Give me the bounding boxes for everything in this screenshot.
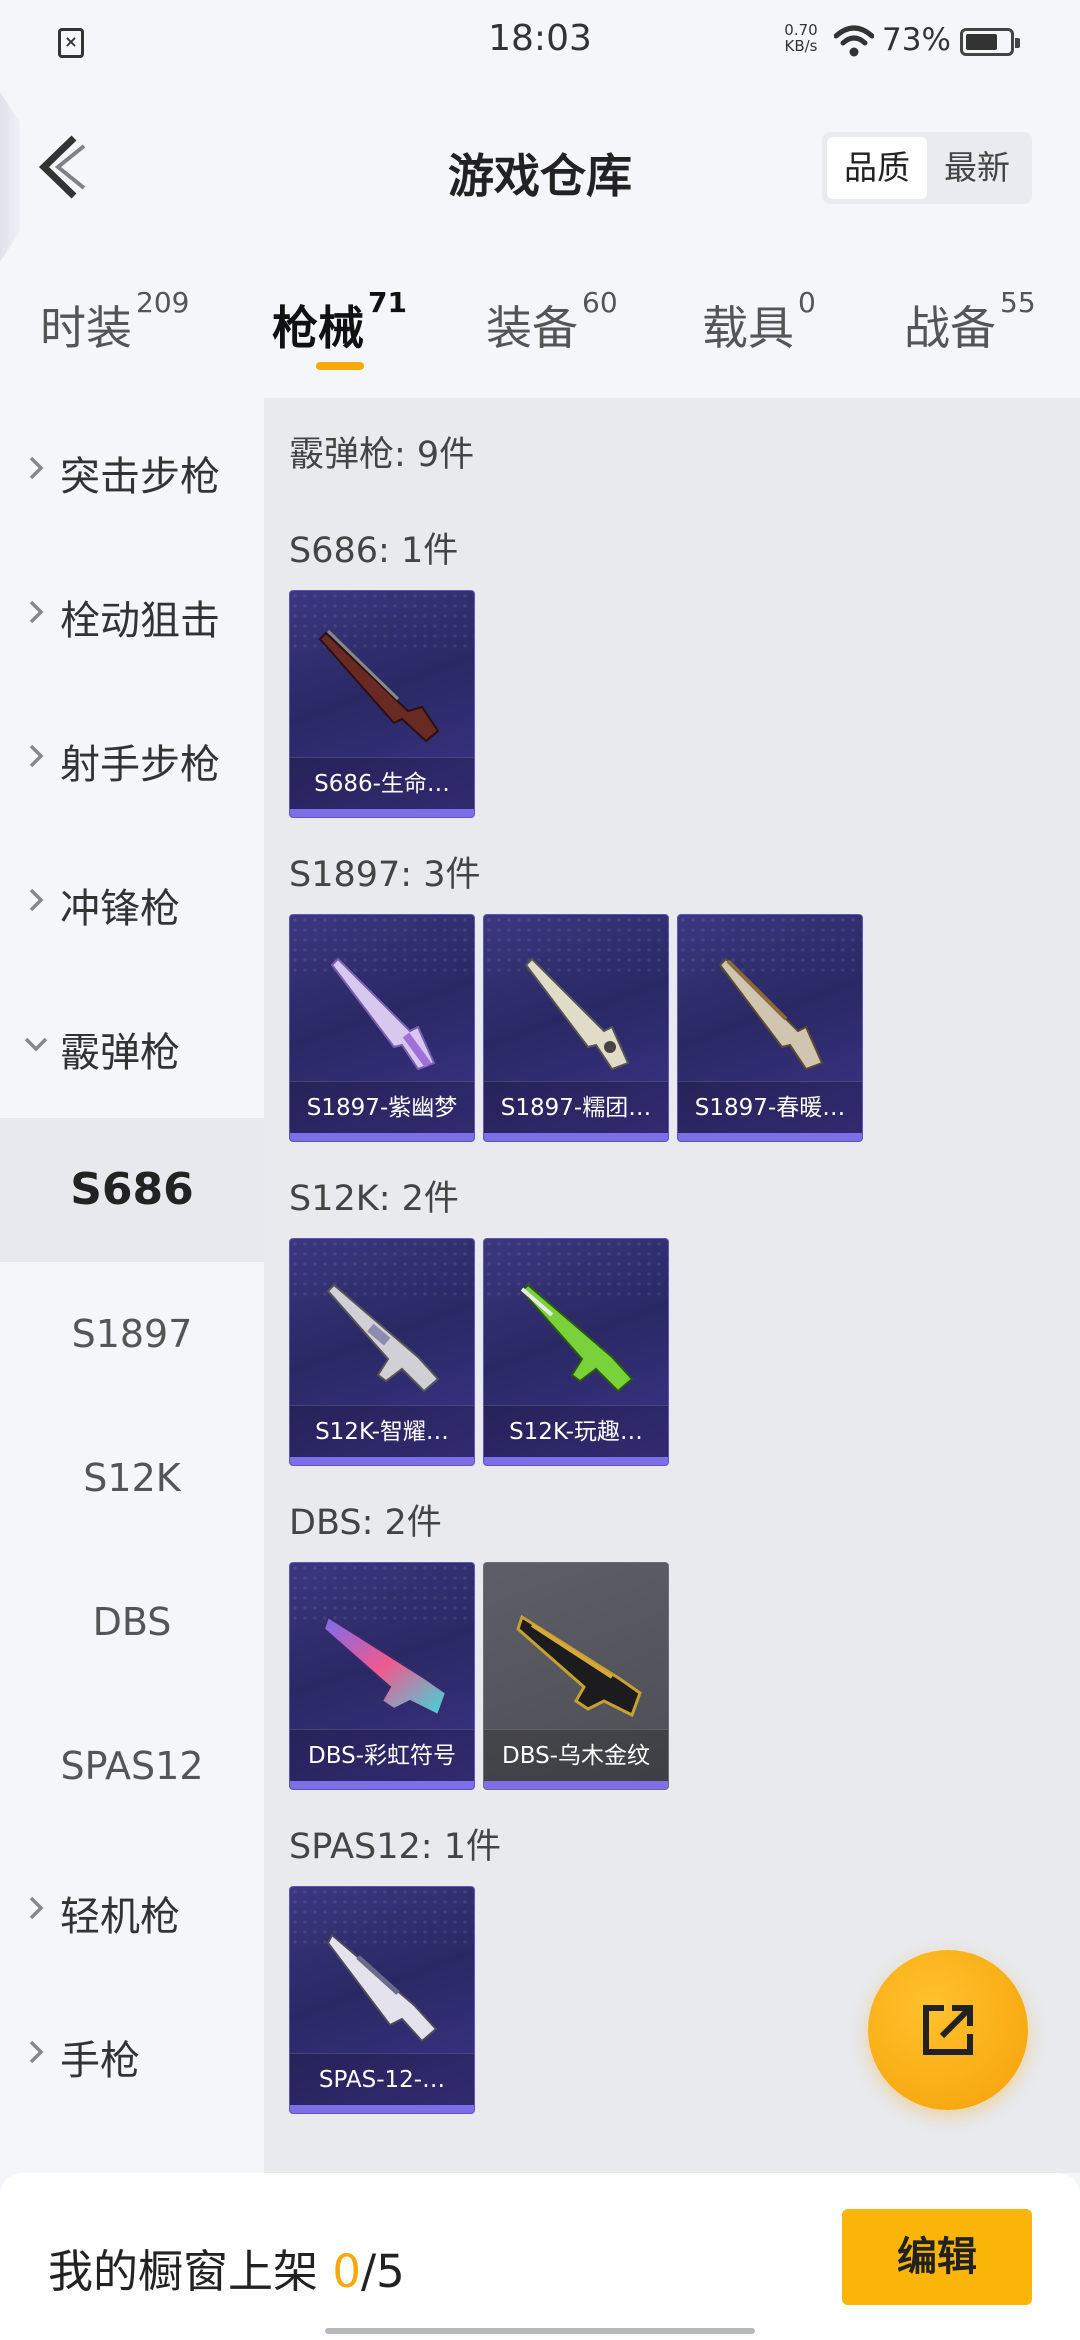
skin-name: S1897-春暖… [678,1081,862,1133]
sidebar-subitem-dbs[interactable]: DBS [0,1550,264,1694]
group-title: S12K: 2件 [289,1179,459,1219]
chevron-right-icon [29,2040,44,2064]
shotgun-skin-image [318,629,440,743]
shotgun-skin-image [326,1933,438,2043]
active-tab-indicator [316,362,364,370]
shotgun-skin-image [516,1614,642,1718]
sidebar-item-label: 霰弹枪 [60,1030,180,1076]
tab-count: 0 [798,286,816,319]
sidebar-item-label: 轻机枪 [60,1894,180,1940]
tab-count: 60 [582,286,618,319]
tab-vehicles[interactable]: 载具 0 [702,286,816,358]
battery-percent: 73% [882,22,951,58]
showcase-total: /5 [360,2245,405,2298]
sort-option-latest[interactable]: 最新 [927,137,1027,199]
sidebar-item-pistol[interactable]: 手枪 [0,1982,264,2126]
sort-option-quality[interactable]: 品质 [827,137,927,199]
tab-firearms[interactable]: 枪械 71 [272,286,407,358]
sidebar-item-label: 射手步枪 [60,742,220,788]
tab-label: 战备 [904,301,996,355]
skin-card[interactable]: S12K-玩趣… [483,1238,669,1466]
skin-card[interactable]: DBS-乌木金纹 [483,1562,669,1790]
tab-equipment[interactable]: 装备 60 [486,286,618,358]
tab-count: 71 [368,286,407,319]
network-speed: 0.70 KB/s [776,22,826,54]
status-bar: × 18:03 0.70 KB/s 73% [0,0,1080,82]
edit-button[interactable]: 编辑 [842,2209,1032,2305]
tab-count: 55 [1000,286,1036,319]
sidebar-subitem-spas12[interactable]: SPAS12 [0,1694,264,1838]
shotgun-skin-image [520,1283,634,1393]
sidebar: 突击步枪 栓动狙击 射手步枪 冲锋枪 霰弹枪 S686 S1897 S12K D… [0,398,264,2173]
chevron-down-icon [24,1037,48,1052]
sidebar-subitem-s686[interactable]: S686 [0,1118,264,1262]
chevron-right-icon [29,456,44,480]
skin-card[interactable]: S12K-智耀… [289,1238,475,1466]
skin-card[interactable]: S1897-糯团… [483,914,669,1142]
home-indicator[interactable] [325,2328,755,2334]
group-title: DBS: 2件 [289,1503,442,1543]
shotgun-skin-image [322,1615,448,1717]
tab-label: 枪械 [272,301,364,355]
bottom-bar: 我的橱窗上架 0/5 编辑 [0,2173,1080,2340]
tab-fashion[interactable]: 时装 209 [40,286,189,358]
sort-toggle: 品质 最新 [822,132,1032,204]
network-speed-value: 0.70 [784,21,818,39]
sidebar-subitem-s1897[interactable]: S1897 [0,1262,264,1406]
chevron-right-icon [29,1896,44,1920]
category-summary: 霰弹枪: 9件 [289,435,475,475]
sidebar-item-smg[interactable]: 冲锋枪 [0,830,264,974]
sidebar-item-lmg[interactable]: 轻机枪 [0,1838,264,1982]
battery-level-fill [966,34,997,50]
skin-name: S12K-智耀… [290,1405,474,1457]
skin-name: SPAS-12-… [290,2053,474,2105]
tab-label: 载具 [702,301,794,355]
shotgun-skin-image [718,957,824,1071]
skin-card[interactable]: SPAS-12-… [289,1886,475,2114]
chevron-right-icon [29,600,44,624]
skin-name: S12K-玩趣… [484,1405,668,1457]
share-button[interactable] [868,1950,1028,2110]
shotgun-skin-image [330,957,436,1071]
skin-name: DBS-乌木金纹 [484,1729,668,1781]
chevron-right-icon [29,744,44,768]
tab-count: 209 [136,286,190,319]
shotgun-skin-image [524,957,630,1071]
skin-card[interactable]: S1897-春暖… [677,914,863,1142]
tab-label: 时装 [40,301,132,355]
item-grid-panel: 霰弹枪: 9件 S686: 1件 S686-生命… S1897: 3件 S189… [264,398,1080,2173]
header: 游戏仓库 品质 最新 [0,82,1080,262]
sidebar-item-marksman-rifle[interactable]: 射手步枪 [0,686,264,830]
sidebar-item-label: 栓动狙击 [60,598,220,644]
tab-label: 装备 [486,301,578,355]
skin-card[interactable]: DBS-彩虹符号 [289,1562,475,1790]
skin-name: DBS-彩虹符号 [290,1729,474,1781]
tab-tactical-gear[interactable]: 战备 55 [904,286,1036,358]
sidebar-item-label: 突击步枪 [60,454,220,500]
chevron-right-icon [29,888,44,912]
skin-name: S1897-紫幽梦 [290,1081,474,1133]
group-title: S686: 1件 [289,531,459,571]
category-tabs: 时装 209 枪械 71 装备 60 载具 0 战备 55 [0,282,1080,392]
showcase-count: 0 [332,2245,361,2298]
showcase-status: 我的橱窗上架 0/5 [48,2235,405,2300]
skin-name: S1897-糯团… [484,1081,668,1133]
sidebar-item-bolt-sniper[interactable]: 栓动狙击 [0,542,264,686]
skin-name: S686-生命… [290,757,474,809]
group-title: SPAS12: 1件 [289,1827,501,1867]
share-icon [923,2005,973,2055]
sidebar-item-assault-rifle[interactable]: 突击步枪 [0,398,264,542]
skin-card[interactable]: S686-生命… [289,590,475,818]
shotgun-skin-image [326,1283,440,1393]
wifi-icon [834,25,874,57]
sidebar-item-label: 手枪 [60,2038,140,2084]
sidebar-item-shotgun[interactable]: 霰弹枪 [0,974,264,1118]
sidebar-subitem-s12k[interactable]: S12K [0,1406,264,1550]
network-speed-unit: KB/s [784,37,818,55]
sidebar-item-label: 冲锋枪 [60,886,180,932]
battery-icon [960,28,1020,56]
skin-card[interactable]: S1897-紫幽梦 [289,914,475,1142]
group-title: S1897: 3件 [289,855,481,895]
showcase-label: 我的橱窗上架 [48,2245,333,2298]
